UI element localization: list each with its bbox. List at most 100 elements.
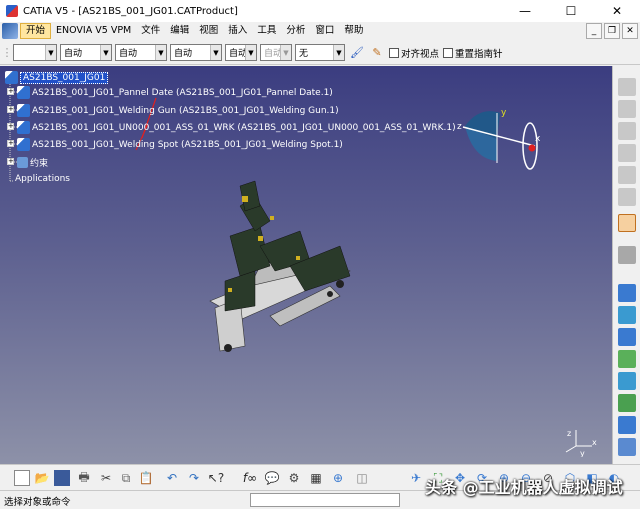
reset-compass-label: 重置指南针 [455, 48, 503, 60]
expand-icon[interactable]: + [7, 123, 14, 130]
paintbrush-icon[interactable]: 🖌 [349, 45, 365, 61]
line-thickness-combo-value: 自动 [119, 49, 138, 59]
compass-y-label: y [501, 108, 507, 118]
chevron-down-icon: ▼ [333, 45, 344, 60]
menu-insert[interactable]: 插入 [223, 23, 252, 39]
open-folder-icon[interactable]: 📂 [34, 470, 50, 486]
part-icon[interactable] [618, 122, 636, 140]
minimize-button[interactable]: — [502, 0, 548, 22]
graphic-properties-toolbar: ⋮ ▼ 自动 ▼ 自动 ▼ 自动 ▼ 自动 ▼ 自动 ▼ 无 ▼ 🖌 ✎ 对齐视… [0, 41, 640, 65]
menu-bar: 开始 ENOVIA V5 VPM 文件 编辑 视图 插入 工具 分析 窗口 帮助… [0, 22, 640, 40]
link-icon[interactable]: ⚙ [286, 470, 302, 486]
sketcher-icon[interactable] [618, 100, 636, 118]
tree-item-welding-gun[interactable]: AS21BS_001_JG01_Welding Gun (AS21BS_001_… [17, 104, 339, 117]
explode-icon[interactable] [618, 394, 636, 412]
doc-close-button[interactable]: ✕ [622, 23, 638, 39]
menu-edit[interactable]: 编辑 [165, 23, 194, 39]
tree-root-label: AS21BS_001_JG01 [20, 71, 109, 84]
redo-icon[interactable]: ↷ [186, 470, 202, 486]
maximize-button[interactable]: ☐ [548, 0, 594, 22]
product-icon[interactable] [2, 23, 18, 39]
menu-analysis[interactable]: 分析 [281, 23, 310, 39]
rendering-style-combo[interactable]: 自动 ▼ [260, 44, 292, 61]
line-type-combo-value: 自动 [174, 49, 193, 59]
layer-combo[interactable]: 无 ▼ [295, 44, 345, 61]
tree-item-constraints[interactable]: 约束 [17, 156, 48, 169]
transparency-combo[interactable]: 自动 ▼ [60, 44, 112, 61]
chevron-down-icon: ▼ [245, 45, 256, 60]
save-icon[interactable] [54, 470, 70, 486]
3d-viewport[interactable]: AS21BS_001_JG01 AS21BS_001_JG01_Pannel D… [0, 66, 612, 464]
constraint-icon[interactable] [618, 188, 636, 206]
copy-icon[interactable]: ⧉ [118, 470, 134, 486]
paste-icon[interactable]: 📋 [138, 470, 154, 486]
assembly-icon[interactable] [618, 144, 636, 162]
expand-icon[interactable]: + [7, 158, 14, 165]
measure-icon[interactable]: ◫ [354, 470, 370, 486]
compass-z-label: z [457, 122, 462, 132]
reset-compass-checkbox[interactable] [443, 47, 454, 58]
status-message: 选择对象或命令 [4, 497, 71, 508]
manipulation-icon[interactable] [618, 246, 636, 264]
chevron-down-icon: ▼ [155, 45, 166, 60]
tree-item-welding-spot[interactable]: AS21BS_001_JG01_Welding Spot (AS21BS_001… [17, 138, 343, 151]
catia-logo-icon [6, 5, 18, 17]
compass-widget[interactable]: z y x [455, 101, 555, 181]
tree-item-wrk[interactable]: AS21BS_001_JG01_UN000_001_ASS_01_WRK (AS… [17, 121, 456, 134]
fly-mode-icon[interactable]: ✈ [408, 470, 424, 486]
tree-item-applications[interactable]: Applications [15, 174, 70, 184]
new-file-icon[interactable] [14, 470, 30, 486]
print-icon[interactable]: 🖶 [76, 470, 92, 486]
snap-icon[interactable] [618, 372, 636, 390]
grid-icon[interactable] [618, 166, 636, 184]
menu-tools[interactable]: 工具 [252, 23, 281, 39]
formula-icon[interactable]: f∞ [242, 470, 258, 486]
doc-minimize-button[interactable]: _ [586, 23, 602, 39]
point-type-combo[interactable]: 自动 ▼ [225, 44, 257, 61]
tree-item-pannel-date[interactable]: AS21BS_001_JG01_Pannel Date (AS21BS_001_… [17, 86, 333, 99]
existing-component-icon[interactable] [618, 306, 636, 324]
tree-view-icon[interactable]: ⊕ [330, 470, 346, 486]
clash-icon[interactable] [618, 416, 636, 434]
undo-icon[interactable]: ↶ [164, 470, 180, 486]
component-icon [17, 121, 30, 134]
expand-icon[interactable]: + [7, 106, 14, 113]
whats-this-icon[interactable]: ↖? [208, 470, 224, 486]
catalog-icon[interactable] [618, 438, 636, 456]
component-icon [17, 86, 30, 99]
color-combo[interactable]: ▼ [13, 44, 57, 61]
cut-icon[interactable]: ✂ [98, 470, 114, 486]
right-toolbar [612, 66, 640, 464]
expand-icon[interactable]: + [7, 140, 14, 147]
layer-combo-value: 无 [299, 49, 309, 59]
assembly-3d-model[interactable] [200, 176, 370, 356]
table-icon[interactable]: ▦ [308, 470, 324, 486]
menu-start[interactable]: 开始 [20, 23, 52, 39]
expand-icon[interactable]: + [7, 88, 14, 95]
close-button[interactable]: ✕ [594, 0, 640, 22]
select-arrow-icon[interactable] [618, 214, 636, 232]
align-viewpoint-label: 对齐视点 [401, 48, 440, 60]
chevron-down-icon: ▼ [100, 45, 111, 60]
line-thickness-combo[interactable]: 自动 ▼ [115, 44, 167, 61]
axis-triad: z x y [565, 429, 597, 457]
workbench-icon[interactable] [618, 78, 636, 96]
command-input[interactable] [250, 493, 400, 507]
knowledge-icon[interactable]: 💬 [264, 470, 280, 486]
line-type-combo[interactable]: 自动 ▼ [170, 44, 222, 61]
new-part-icon[interactable] [618, 328, 636, 346]
transparency-combo-value: 自动 [64, 49, 83, 59]
move-icon[interactable] [618, 350, 636, 368]
menu-enovia[interactable]: ENOVIA V5 VPM [51, 23, 136, 39]
compass-x-label: x [535, 134, 541, 144]
tree-root[interactable]: AS21BS_001_JG01 [5, 71, 109, 84]
menu-window[interactable]: 窗口 [310, 23, 339, 39]
align-viewpoint-checkbox[interactable] [389, 47, 399, 58]
menu-file[interactable]: 文件 [136, 23, 165, 39]
component-icon [17, 104, 30, 117]
product-structure-icon[interactable] [618, 284, 636, 302]
menu-help[interactable]: 帮助 [339, 23, 368, 39]
menu-view[interactable]: 视图 [194, 23, 223, 39]
doc-restore-button[interactable]: ❐ [604, 23, 620, 39]
properties-painter-icon[interactable]: ✎ [369, 45, 385, 61]
